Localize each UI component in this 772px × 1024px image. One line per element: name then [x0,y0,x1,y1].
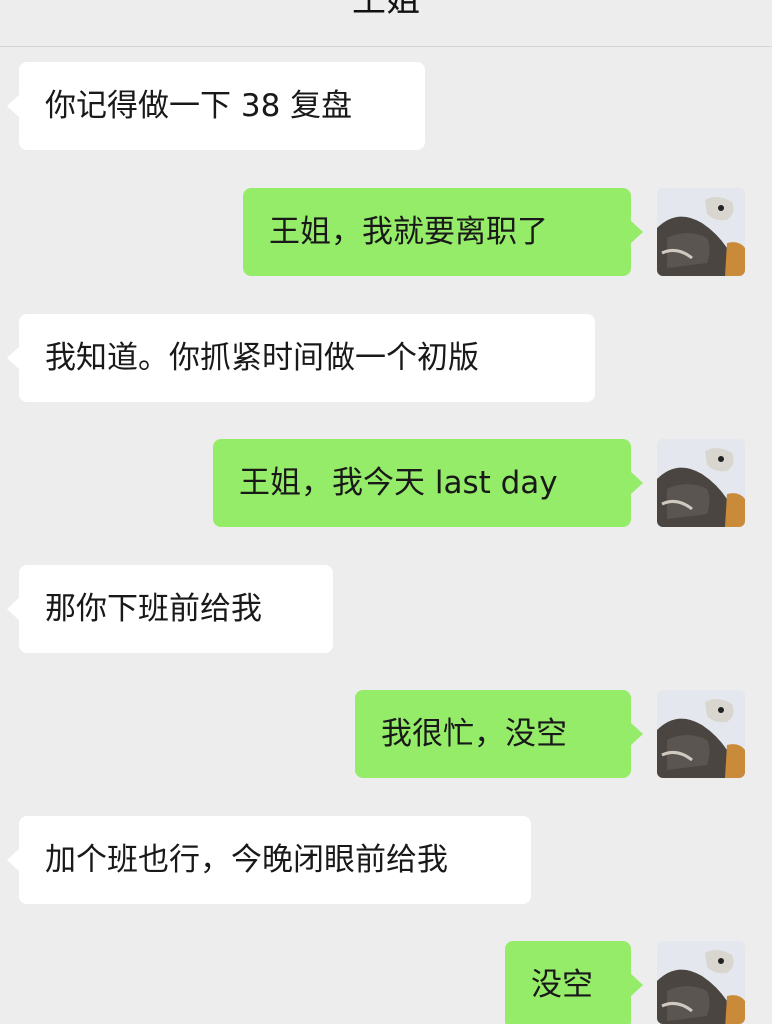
chat-header: 王姐 ··· [0,0,772,47]
incoming-message-bubble[interactable]: 那你下班前给我 [7,565,333,653]
outgoing-message-bubble[interactable]: 王姐，我今天 last day [213,439,643,527]
chat-screen: 王姐 ··· 你记得做一下 38 复盘 王姐，我就要离职了 我知道。你抓紧时间做… [0,0,772,1024]
cat-photo-avatar-icon[interactable] [657,941,745,1024]
cat-photo-avatar-icon[interactable] [657,188,745,276]
incoming-message-bubble[interactable]: 加个班也行，今晚闭眼前给我 [7,816,531,904]
outgoing-message-bubble[interactable]: 我很忙，没空 [355,690,643,778]
cat-photo-avatar-icon[interactable] [657,439,745,527]
more-dots-icon[interactable]: ··· [699,0,734,14]
cat-photo-avatar-icon[interactable] [657,690,745,778]
incoming-message-bubble[interactable]: 我知道。你抓紧时间做一个初版 [7,314,595,402]
outgoing-message-bubble[interactable]: 没空 [505,941,643,1024]
chat-title: 王姐 [352,0,420,20]
incoming-message-bubble[interactable]: 你记得做一下 38 复盘 [7,62,425,150]
outgoing-message-bubble[interactable]: 王姐，我就要离职了 [243,188,643,276]
